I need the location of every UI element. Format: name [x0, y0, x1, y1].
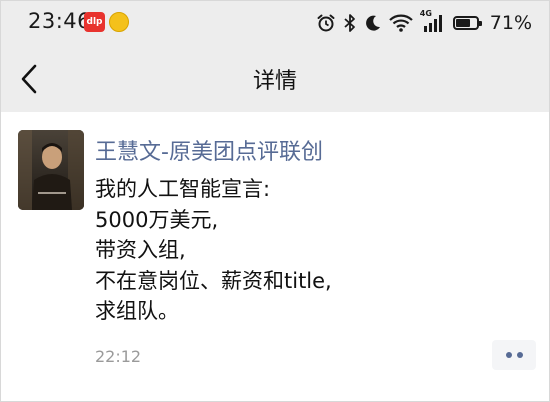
moments-detail-screen: 23:46 dlp 4G 71% 详情 王慧文-原美团点评联创 我的人工智能宣言… [0, 0, 550, 402]
post-line: 不在意岗位、薪资和title, [95, 268, 332, 293]
moon-icon [364, 14, 382, 32]
notification-app-icon: dlp [84, 12, 105, 32]
status-time: 23:46 [28, 9, 92, 33]
moments-post: 王慧文-原美团点评联创 我的人工智能宣言: 5000万美元, 带资入组, 不在意… [0, 112, 550, 402]
alarm-icon [316, 13, 336, 33]
signal-icon: 4G [420, 9, 446, 33]
more-dots-icon [516, 352, 523, 358]
page-title: 详情 [252, 69, 297, 94]
navigation-bar: 详情 [0, 46, 550, 112]
avatar[interactable] [18, 130, 84, 210]
bluetooth-icon [343, 13, 357, 33]
author-name[interactable]: 王慧文-原美团点评联创 [95, 134, 323, 166]
post-line: 5000万美元, [95, 207, 219, 232]
status-bar: 23:46 dlp 4G 71% [0, 0, 550, 46]
notification-app-icon-2 [109, 12, 129, 32]
more-actions-button[interactable] [492, 340, 536, 370]
post-timestamp: 22:12 [95, 347, 142, 366]
post-line: 求组队。 [95, 299, 179, 323]
status-icons: 4G 71% [316, 9, 532, 36]
network-type-label: 4G [419, 9, 432, 18]
battery-percent: 71% [489, 12, 532, 34]
post-line: 带资入组, [95, 238, 186, 262]
post-line: 我的人工智能宣言: [95, 177, 271, 201]
more-dots-icon [505, 352, 512, 358]
battery-level [455, 19, 470, 27]
wifi-icon [389, 14, 413, 32]
post-text: 我的人工智能宣言: 5000万美元, 带资入组, 不在意岗位、薪资和title,… [95, 174, 332, 327]
battery-icon [452, 16, 482, 30]
